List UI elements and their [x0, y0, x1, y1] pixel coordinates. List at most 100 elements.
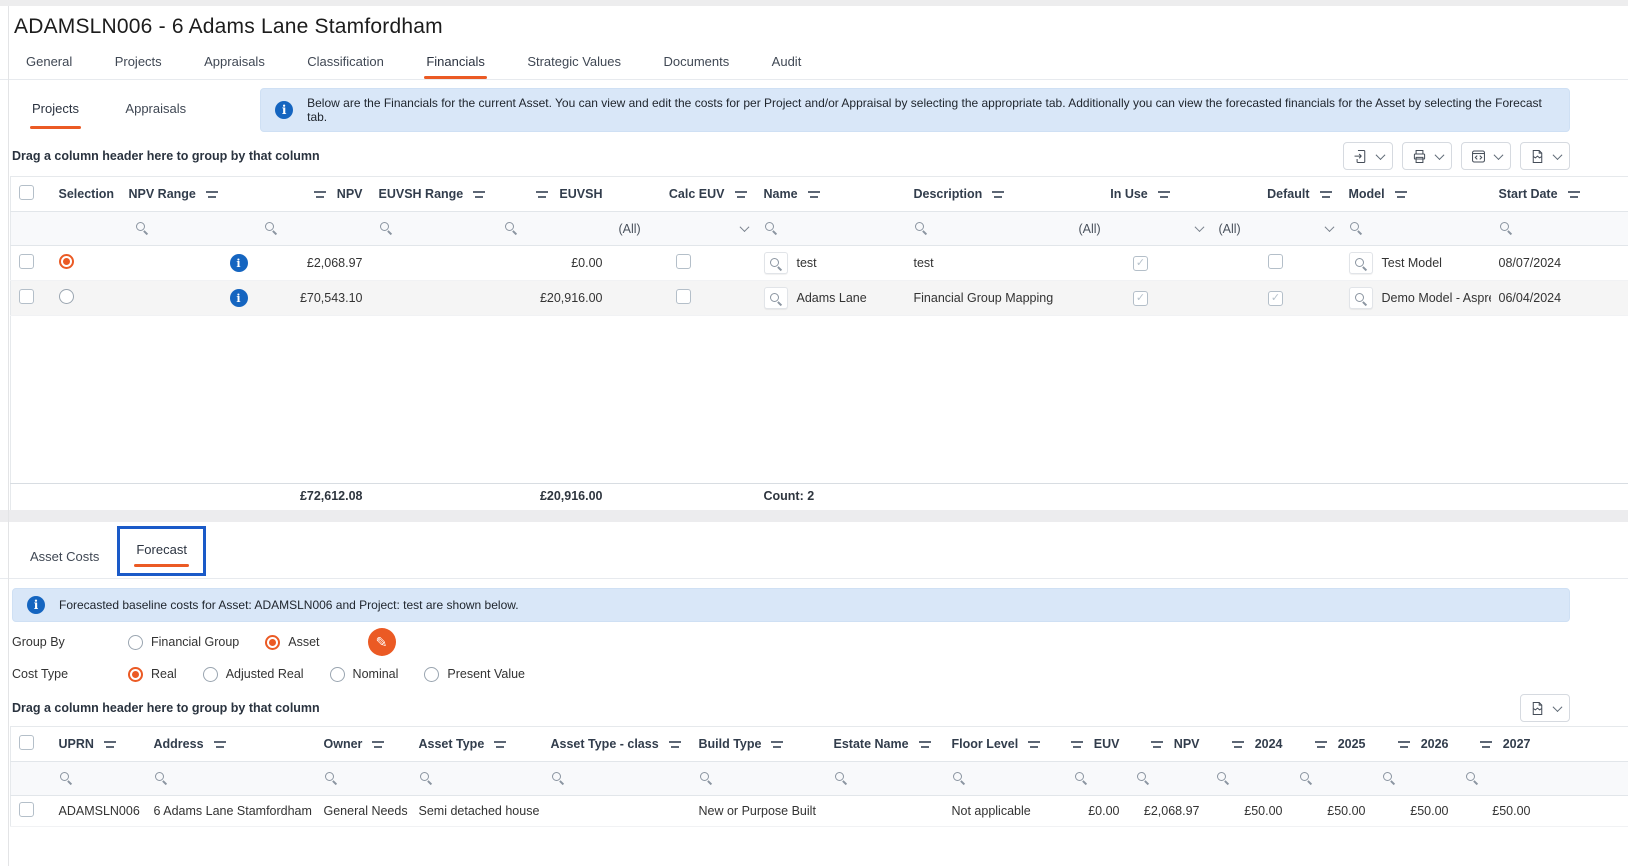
- filter-euvsh-range[interactable]: [371, 212, 496, 246]
- col-npv[interactable]: NPV: [256, 177, 371, 212]
- col-address[interactable]: Address: [146, 727, 316, 762]
- col-asset-type[interactable]: Asset Type: [411, 727, 543, 762]
- code-view-button[interactable]: [1461, 142, 1511, 170]
- col-default[interactable]: Default: [1211, 177, 1341, 212]
- calc-euv-checkbox[interactable]: [676, 289, 691, 304]
- filter-icon[interactable]: [735, 189, 748, 199]
- calc-euv-checkbox[interactable]: [676, 254, 691, 269]
- subtab-appraisals[interactable]: Appraisals: [123, 92, 188, 129]
- filter-icon[interactable]: [1071, 739, 1084, 749]
- group-by-asset[interactable]: Asset: [265, 635, 319, 650]
- filter-icon[interactable]: [1480, 739, 1493, 749]
- filter-icon[interactable]: [473, 189, 486, 199]
- filter-in-use[interactable]: (All): [1071, 212, 1211, 246]
- tab-general[interactable]: General: [24, 45, 74, 79]
- filter-calc-euv[interactable]: (All): [611, 212, 756, 246]
- col-build-type[interactable]: Build Type: [691, 727, 826, 762]
- filter-floor-level[interactable]: [944, 762, 1066, 796]
- tab-financials[interactable]: Financials: [424, 45, 487, 79]
- col-calc-euv[interactable]: Calc EUV: [611, 177, 756, 212]
- lookup-button[interactable]: [764, 287, 788, 309]
- cost-type-nominal[interactable]: Nominal: [330, 667, 399, 682]
- filter-default[interactable]: (All): [1211, 212, 1341, 246]
- grid-scrollbar-track[interactable]: [0, 510, 1628, 522]
- filter-icon[interactable]: [669, 739, 682, 749]
- col-asset-type-class[interactable]: Asset Type - class: [543, 727, 691, 762]
- col-2024[interactable]: 2024: [1208, 727, 1291, 762]
- export-button[interactable]: [1343, 142, 1393, 170]
- cost-type-present-value[interactable]: Present Value: [424, 667, 525, 682]
- filter-icon[interactable]: [214, 739, 227, 749]
- filter-icon[interactable]: [314, 189, 327, 199]
- col-2027[interactable]: 2027: [1457, 727, 1539, 762]
- lookup-button[interactable]: [1349, 252, 1373, 274]
- filter-icon[interactable]: [1028, 739, 1041, 749]
- subtab-projects[interactable]: Projects: [30, 92, 81, 129]
- filter-euv[interactable]: [1066, 762, 1128, 796]
- row-checkbox[interactable]: [19, 802, 34, 817]
- filter-euvsh[interactable]: [496, 212, 611, 246]
- row-checkbox[interactable]: [19, 289, 34, 304]
- tab-forecast[interactable]: Forecast: [134, 533, 189, 567]
- info-icon[interactable]: i: [230, 254, 248, 272]
- default-checkbox[interactable]: [1268, 254, 1283, 269]
- tab-strategic-values[interactable]: Strategic Values: [525, 45, 623, 79]
- filter-icon[interactable]: [206, 189, 219, 199]
- filter-start-date[interactable]: [1491, 212, 1611, 246]
- filter-npv[interactable]: [256, 212, 371, 246]
- col-npv-range[interactable]: NPV Range: [121, 177, 256, 212]
- col-uprn[interactable]: UPRN: [51, 727, 146, 762]
- tab-appraisals[interactable]: Appraisals: [202, 45, 267, 79]
- filter-icon[interactable]: [1398, 739, 1411, 749]
- col-name[interactable]: Name: [756, 177, 906, 212]
- lookup-button[interactable]: [764, 252, 788, 274]
- filter-icon[interactable]: [494, 739, 507, 749]
- row-checkbox[interactable]: [19, 254, 34, 269]
- filter-icon[interactable]: [1232, 739, 1245, 749]
- filter-icon[interactable]: [536, 189, 549, 199]
- default-checkbox-checked[interactable]: ✓: [1268, 291, 1283, 306]
- select-all-checkbox[interactable]: [19, 735, 34, 750]
- filter-npv[interactable]: [1128, 762, 1208, 796]
- col-floor-level[interactable]: Floor Level: [944, 727, 1066, 762]
- edit-button[interactable]: ✎: [368, 628, 396, 656]
- filter-name[interactable]: [756, 212, 906, 246]
- col-in-use[interactable]: In Use: [1071, 177, 1211, 212]
- col-euvsh[interactable]: EUVSH: [496, 177, 611, 212]
- col-2025[interactable]: 2025: [1291, 727, 1374, 762]
- col-model[interactable]: Model: [1341, 177, 1491, 212]
- col-selection[interactable]: Selection: [51, 177, 121, 212]
- filter-asset-type[interactable]: [411, 762, 543, 796]
- cost-type-adjusted-real[interactable]: Adjusted Real: [203, 667, 304, 682]
- group-by-financial-group[interactable]: Financial Group: [128, 635, 239, 650]
- filter-icon[interactable]: [1158, 189, 1171, 199]
- select-all-checkbox[interactable]: [19, 185, 34, 200]
- filter-npv-range[interactable]: [121, 212, 256, 246]
- filter-2024[interactable]: [1208, 762, 1291, 796]
- col-euvsh-range[interactable]: EUVSH Range: [371, 177, 496, 212]
- filter-icon[interactable]: [1568, 189, 1581, 199]
- filter-asset-type-class[interactable]: [543, 762, 691, 796]
- selection-radio[interactable]: [59, 289, 74, 304]
- print-button[interactable]: [1402, 142, 1452, 170]
- filter-2026[interactable]: [1374, 762, 1457, 796]
- selection-radio-selected[interactable]: [59, 254, 74, 269]
- filter-icon[interactable]: [992, 189, 1005, 199]
- filter-icon[interactable]: [372, 739, 385, 749]
- tab-classification[interactable]: Classification: [305, 45, 386, 79]
- filter-icon[interactable]: [771, 739, 784, 749]
- col-owner[interactable]: Owner: [316, 727, 411, 762]
- filter-2027[interactable]: [1457, 762, 1539, 796]
- filter-description[interactable]: [906, 212, 1071, 246]
- col-npv[interactable]: NPV: [1128, 727, 1208, 762]
- filter-icon[interactable]: [1315, 739, 1328, 749]
- filter-icon[interactable]: [104, 739, 117, 749]
- filter-estate-name[interactable]: [826, 762, 944, 796]
- cost-type-real[interactable]: Real: [128, 667, 177, 682]
- tab-asset-costs[interactable]: Asset Costs: [28, 540, 101, 578]
- in-use-checkbox-checked[interactable]: ✓: [1133, 291, 1148, 306]
- filter-icon[interactable]: [1395, 189, 1408, 199]
- filter-2025[interactable]: [1291, 762, 1374, 796]
- file-export-button[interactable]: [1520, 142, 1570, 170]
- tab-documents[interactable]: Documents: [661, 45, 731, 79]
